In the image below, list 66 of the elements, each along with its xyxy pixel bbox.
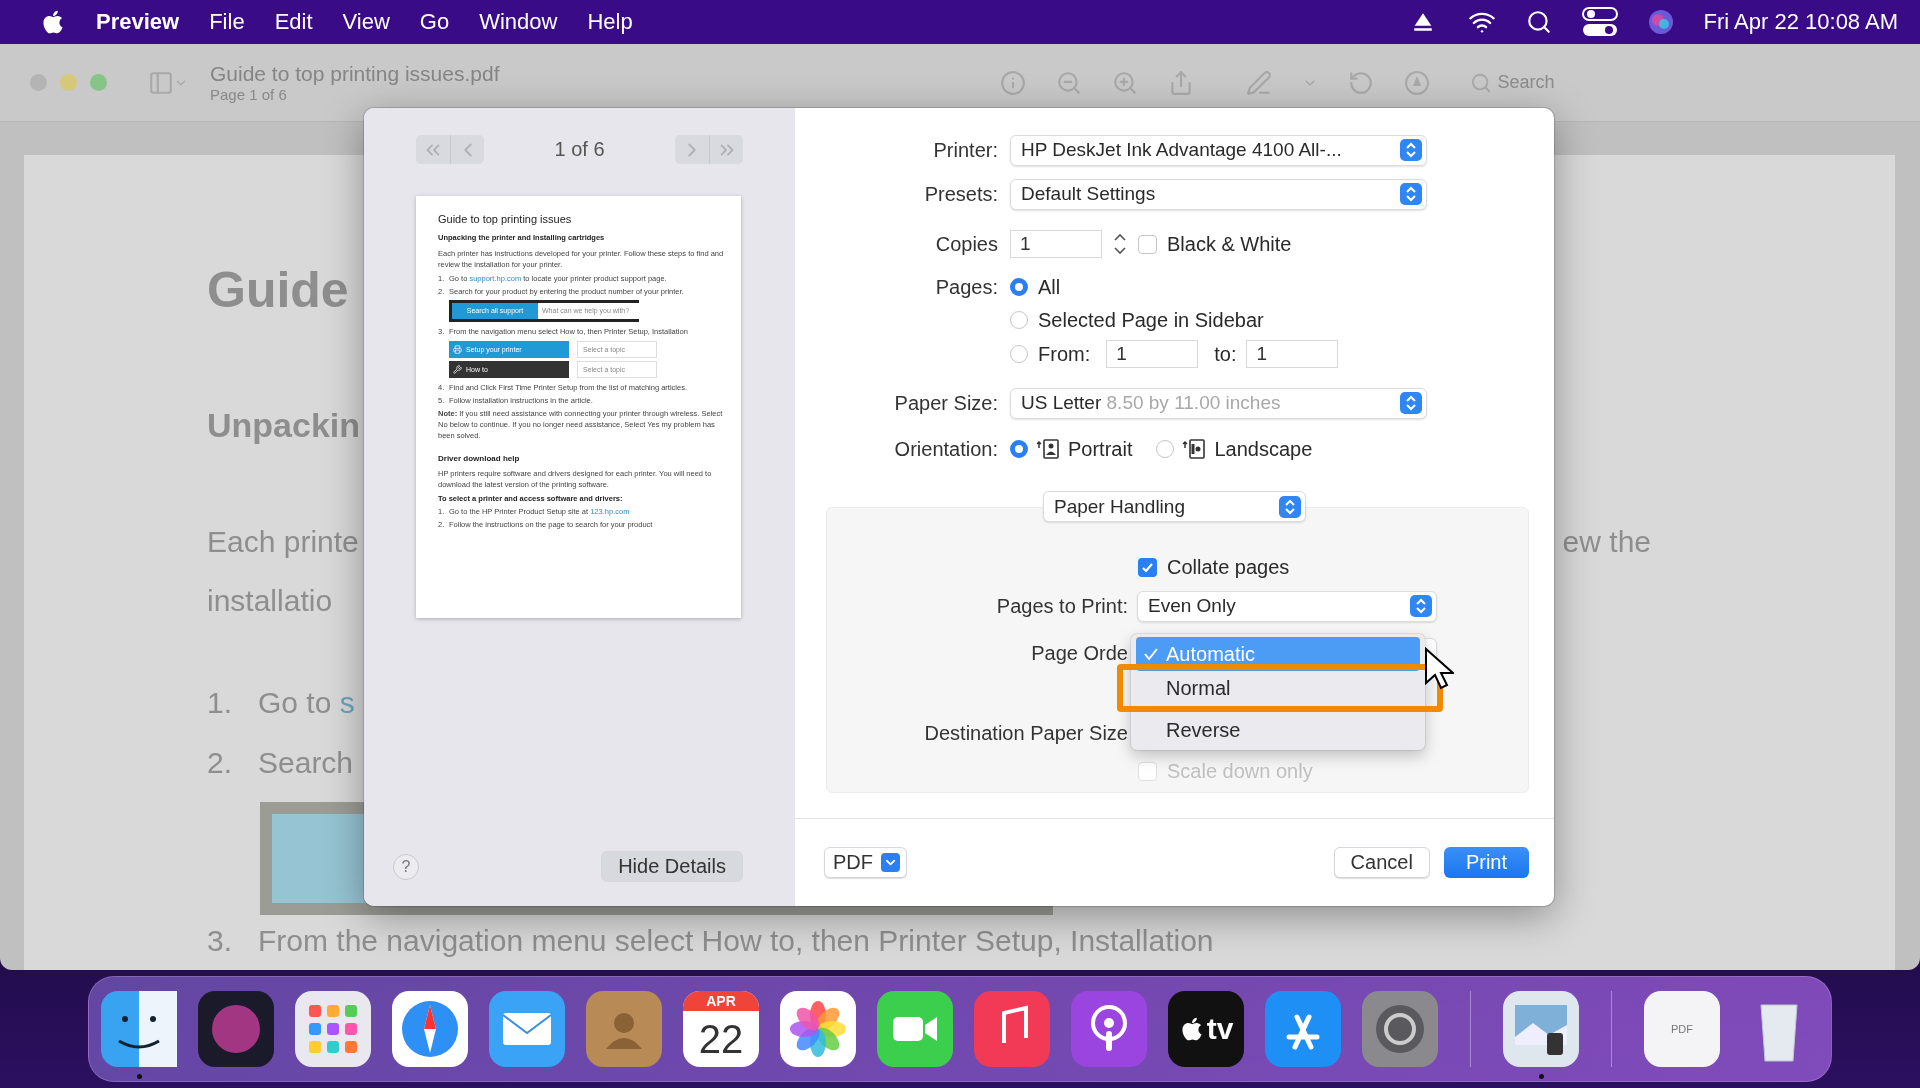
paper-size-popup[interactable]: US Letter 8.50 by 11.00 inches — [1010, 387, 1427, 419]
radio-label: Selected Page in Sidebar — [1038, 308, 1264, 332]
copies-field[interactable]: 1 — [1010, 230, 1102, 258]
pdf-button[interactable]: PDF — [824, 847, 907, 878]
calendar-icon[interactable]: APR 22 — [683, 991, 759, 1067]
from-field[interactable]: 1 — [1106, 340, 1199, 368]
document-text: Search — [258, 745, 354, 781]
list-number: 2. — [207, 745, 234, 781]
document-text: Unpackin — [207, 405, 361, 445]
field-label: Orientation: — [893, 437, 998, 461]
menu-item[interactable]: Window — [479, 9, 558, 35]
menu-option-label: Reverse — [1166, 718, 1241, 742]
radio-label: All — [1038, 275, 1061, 299]
field-label: Paper Size: — [893, 391, 998, 415]
document-text: Go to s — [258, 685, 355, 721]
document-text: Each printe — [207, 524, 359, 560]
calendar-day: 22 — [698, 1011, 744, 1067]
thumbnail-title: Guide to top printing issues — [438, 212, 573, 227]
document-text: Guide — [207, 261, 349, 320]
field-label: Presets: — [923, 182, 998, 206]
page-indicator: 1 of 6 — [553, 138, 606, 161]
window-title: Guide to top printing issues.pdf — [210, 61, 500, 86]
cancel-button[interactable]: Cancel — [1333, 847, 1430, 878]
document-text: ew the — [1562, 524, 1651, 560]
checkbox-label: Collate pages — [1167, 555, 1290, 579]
printer-popup[interactable]: HP DeskJet Ink Advantage 4100 All-... — [1010, 134, 1427, 166]
checkbox-label: Black & White — [1167, 232, 1292, 256]
field-label: Copies — [934, 232, 998, 256]
pdf-file-icon[interactable]: PDF — [1644, 991, 1720, 1067]
menu-option[interactable]: Reverse — [1136, 713, 1420, 747]
clock[interactable]: Fri Apr 22 10:08 AM — [1703, 9, 1898, 35]
pages-to-print-popup[interactable]: Even Only — [1137, 590, 1437, 622]
document-text: From the navigation menu select How to, then Printer Setup, Installation — [258, 923, 1214, 959]
document-text: installatio — [207, 583, 333, 619]
field-label: Printer: — [932, 138, 998, 162]
tv-icon[interactable]: tv — [1168, 991, 1244, 1067]
field-label: Destination Paper Size — [923, 721, 1128, 745]
list-number: 3. — [207, 923, 234, 959]
field-label: Pages to Print: — [995, 594, 1128, 618]
app-menu[interactable]: Preview — [96, 9, 180, 35]
tv-label: tv — [1206, 1012, 1234, 1046]
radio-label: From: — [1038, 342, 1091, 366]
hide-details-button[interactable]: Hide Details — [601, 851, 743, 882]
radio-label: Landscape — [1214, 437, 1313, 461]
to-field[interactable]: 1 — [1246, 340, 1339, 368]
menu-option-label: Normal — [1166, 676, 1231, 700]
section-popup[interactable]: Paper Handling — [1043, 491, 1306, 522]
radio-label: Portrait — [1068, 437, 1133, 461]
print-button[interactable]: Print — [1443, 847, 1529, 878]
window-subtitle: Page 1 of 6 — [210, 85, 288, 104]
field-label: to: — [1214, 342, 1237, 366]
field-label: Pages: — [934, 275, 998, 299]
menu-option[interactable]: Normal — [1136, 671, 1420, 705]
menu-item[interactable]: Edit — [274, 9, 313, 35]
menu-option-label: Automatic — [1166, 642, 1255, 666]
menu-item[interactable]: File — [209, 9, 245, 35]
menu-item[interactable]: Help — [587, 9, 633, 35]
menu-item[interactable]: View — [342, 9, 390, 35]
file-type-label: PDF — [1671, 1023, 1693, 1035]
list-number: 1. — [207, 685, 234, 721]
menu-item[interactable]: Go — [419, 9, 450, 35]
field-label: Page Orde — [1030, 641, 1128, 665]
thumbnail-text: Driver download help — [438, 453, 521, 464]
help-button[interactable]: ? — [393, 853, 419, 880]
presets-popup[interactable]: Default Settings — [1010, 178, 1427, 210]
calendar-month: APR — [683, 991, 759, 1011]
